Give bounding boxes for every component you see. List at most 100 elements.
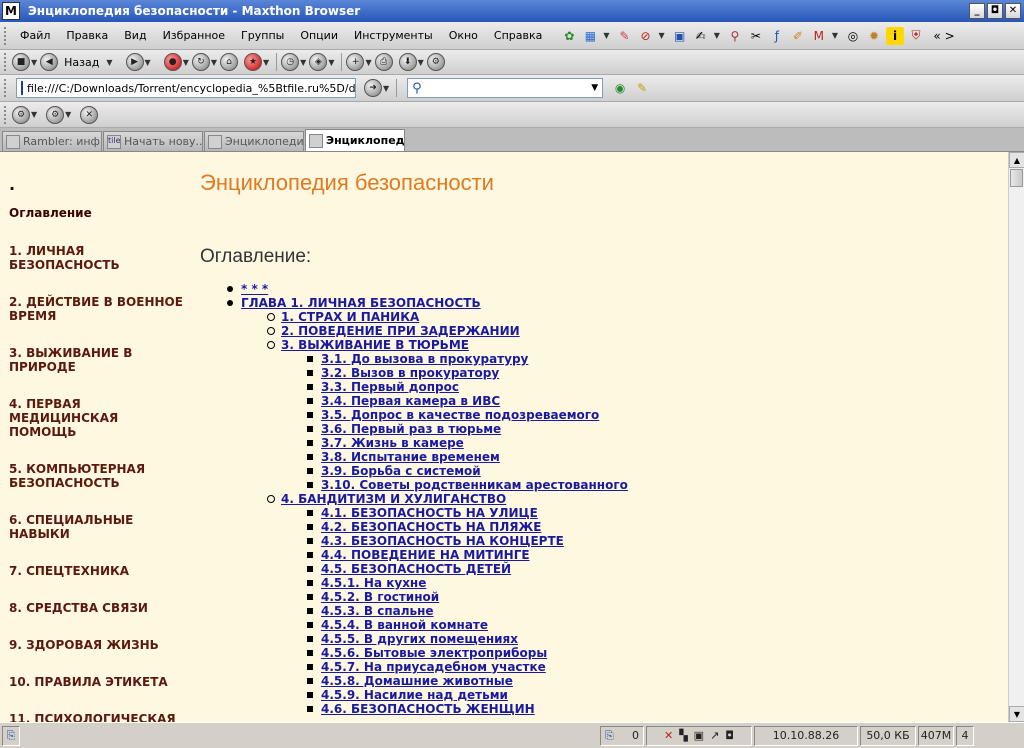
popup-counter[interactable]: ⎘ 0 (600, 725, 644, 746)
menu-item[interactable]: Файл (12, 22, 58, 50)
menu-item[interactable]: Вид (116, 22, 154, 50)
toolbar-grip[interactable] (4, 53, 8, 71)
save-icon[interactable]: ⬇ (398, 53, 417, 71)
scroll-up-icon[interactable]: ▲ (1009, 152, 1024, 168)
toc-link[interactable]: 3.9. Борьба с системой (321, 464, 481, 478)
tools-icon[interactable]: ✂ (747, 27, 765, 45)
toc-link[interactable]: 4.2. БЕЗОПАСНОСТЬ НА ПЛЯЖЕ (321, 520, 541, 534)
toc-link[interactable]: 4.5.9. Насилие над детьми (321, 688, 508, 702)
minimize-button[interactable]: _ (969, 3, 985, 19)
tab-item[interactable]: tile Начать нову... (103, 131, 203, 151)
toc-link[interactable]: 3. ВЫЖИВАНИЕ В ТЮРЬМЕ (281, 338, 469, 352)
toc-link[interactable]: 4.5.3. В спальне (321, 604, 434, 618)
scroll-down-icon[interactable]: ▼ (1009, 706, 1024, 722)
toc-link[interactable]: 3.10. Советы родственникам арестованного (321, 478, 628, 492)
lock-icon[interactable]: ◘ (725, 729, 734, 742)
proxy-icon[interactable]: ⚙ (12, 105, 30, 124)
toc-link[interactable]: 4.5.6. Бытовые электроприборы (321, 646, 547, 660)
toc-link[interactable]: 3.1. До вызова в прокуратуру (321, 352, 528, 366)
sidebar-toc-label[interactable]: Оглавление (9, 206, 189, 220)
toc-link[interactable]: 4.5.1. На кухне (321, 576, 426, 590)
eraser-icon[interactable]: ✎ (616, 27, 634, 45)
toc-link[interactable]: 3.6. Первый раз в тюрьме (321, 422, 501, 436)
paint-icon[interactable]: ✐ (789, 27, 807, 45)
stop-icon[interactable]: ■ (12, 53, 30, 71)
menu-item[interactable]: Инструменты (346, 22, 441, 50)
sidebar-item[interactable]: 9. ЗДОРОВАЯ ЖИЗНЬ (9, 638, 189, 652)
notepad-icon[interactable]: ✍ (692, 27, 710, 45)
refresh-icon[interactable]: ↻ (191, 53, 210, 71)
sidebar-item[interactable]: 7. СПЕЦТЕХНИКА (9, 564, 189, 578)
sidebar-item[interactable]: 2. ДЕЙСТВИЕ В ВОЕННОЕ ВРЕМЯ (9, 295, 189, 323)
toc-link[interactable]: 3.2. Вызов в прокуратору (321, 366, 499, 380)
toc-link[interactable]: 3.8. Испытание временем (321, 450, 500, 464)
toc-link[interactable]: 4.6. БЕЗОПАСНОСТЬ ЖЕНЩИН (321, 702, 535, 716)
address-input[interactable]: file:///C:/Downloads/Torrent/encyclopedi… (16, 78, 356, 98)
settings-icon[interactable]: ⚙ (426, 53, 445, 71)
toc-link[interactable]: 4.5.5. В других помещениях (321, 632, 518, 646)
toolbar-grip[interactable] (4, 105, 8, 124)
toolbar-grip[interactable] (4, 26, 8, 45)
arrow-icon[interactable]: ↗ (710, 729, 719, 742)
menu-item[interactable]: Избранное (155, 22, 233, 50)
info-icon[interactable]: i (886, 26, 905, 45)
toc-link[interactable]: 2. ПОВЕДЕНИЕ ПРИ ЗАДЕРЖАНИИ (281, 324, 520, 338)
tab-item[interactable]: Rambler: инф... (2, 131, 102, 151)
mail-icon[interactable]: M (810, 27, 828, 45)
tab-item[interactable]: Энциклопедия бе... (204, 131, 304, 151)
scroll-thumb[interactable] (1010, 169, 1023, 187)
window-icon[interactable]: ▣ (694, 729, 704, 742)
print-icon[interactable]: ⎙ (374, 53, 393, 71)
no-script-icon[interactable]: ✕ (664, 729, 673, 742)
vertical-scrollbar[interactable]: ▲ ▼ (1008, 152, 1024, 722)
toc-link[interactable]: 4.5.8. Домашние животные (321, 674, 513, 688)
toc-link[interactable]: 4.5. БЕЗОПАСНОСТЬ ДЕТЕЙ (321, 562, 511, 576)
menu-item[interactable]: Группы (233, 22, 292, 50)
screenshot-icon[interactable]: ▣ (671, 27, 689, 45)
toc-link[interactable]: 3.5. Допрос в качестве подозреваемого (321, 408, 599, 422)
plugin-icon[interactable]: ✿ (560, 27, 578, 45)
toc-link[interactable]: 4.5.4. В ванной комнате (321, 618, 488, 632)
split-icon[interactable]: ▚ (679, 729, 687, 742)
toc-link[interactable]: 4.5.7. На приусадебном участке (321, 660, 546, 674)
record-icon[interactable]: ● (163, 53, 182, 71)
security-icon[interactable]: ⛨ (907, 27, 925, 45)
sidebar-item[interactable]: 4. ПЕРВАЯ МЕДИЦИНСКАЯ ПОМОЩЬ (9, 397, 189, 439)
toc-link[interactable]: 3.7. Жизнь в камере (321, 436, 464, 450)
sidebar-item[interactable]: 6. СПЕЦИАЛЬНЫЕ НАВЫКИ (9, 513, 189, 541)
sidebar-item[interactable]: 8. СРЕДСТВА СВЯЗИ (9, 601, 189, 615)
grid-icon[interactable]: ▦ (581, 27, 599, 45)
toc-link[interactable]: 3.4. Первая камера в ИВС (321, 394, 500, 408)
popup-blocker-icon[interactable]: ⊘ (637, 27, 655, 45)
menu-item[interactable]: Опции (292, 22, 346, 50)
sidebar-item[interactable]: 3. ВЫЖИВАНИЕ В ПРИРОДЕ (9, 346, 189, 374)
group-icon[interactable]: ◈ (309, 53, 328, 71)
flash-icon[interactable]: ƒ (768, 27, 786, 45)
restore-button[interactable]: ◘ (987, 3, 1003, 19)
toc-link[interactable]: 4.5.2. В гостиной (321, 590, 439, 604)
back-button-label[interactable]: Назад (64, 56, 99, 69)
menu-item[interactable]: Окно (441, 22, 486, 50)
chevron-down-icon[interactable]: ▼ (591, 83, 598, 93)
block-icon[interactable]: ✕ (80, 105, 99, 124)
menu-overflow[interactable]: « > (928, 27, 960, 45)
toc-link[interactable]: 1. СТРАХ И ПАНИКА (281, 310, 419, 324)
toc-link[interactable]: 3.3. Первый допрос (321, 380, 459, 394)
menu-item[interactable]: Справка (486, 22, 550, 50)
favorites-icon[interactable]: ★ (244, 53, 262, 71)
toc-link[interactable]: 4.3. БЕЗОПАСНОСТЬ НА КОНЦЕРТЕ (321, 534, 564, 548)
history-icon[interactable]: ◷ (281, 53, 300, 71)
compass-icon[interactable]: ◎ (844, 27, 862, 45)
zoom-icon[interactable]: ⚲ (726, 27, 744, 45)
toc-link[interactable]: 4. БАНДИТИЗМ И ХУЛИГАНСТВО (281, 492, 506, 506)
menu-item[interactable]: Правка (58, 22, 116, 50)
go-icon[interactable]: ➜ (364, 79, 382, 97)
toc-link[interactable]: 4.1. БЕЗОПАСНОСТЬ НА УЛИЦЕ (321, 506, 538, 520)
skin-icon[interactable]: ✹ (865, 27, 883, 45)
back-arrow-icon[interactable]: ◀ (40, 53, 59, 71)
sidebar-item[interactable]: 1. ЛИЧНАЯ БЕЗОПАСНОСТЬ (9, 244, 189, 272)
tab-item[interactable]: Энциклопедия... (305, 129, 405, 151)
sidebar-item[interactable]: 11. ПСИХОЛОГИЧЕСКАЯ БЕЗОПАСНОСТЬ (9, 712, 189, 722)
sidebar-item[interactable]: 5. КОМПЬЮТЕРНАЯ БЕЗОПАСНОСТЬ (9, 462, 189, 490)
toc-link[interactable]: 4.4. ПОВЕДЕНИЕ НА МИТИНГЕ (321, 548, 530, 562)
